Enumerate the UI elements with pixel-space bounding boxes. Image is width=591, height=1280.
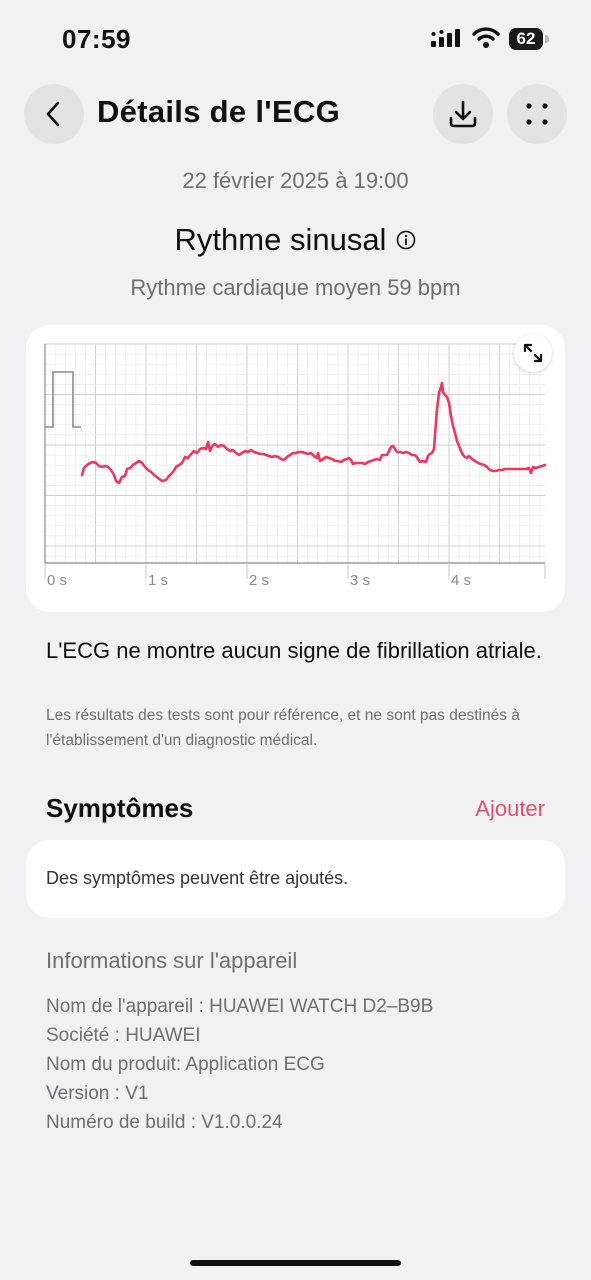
symptoms-title: Symptômes	[46, 793, 194, 823]
status-bar: 07:59 62	[0, 0, 591, 80]
x-tick-label: 2 s	[249, 572, 269, 589]
symptoms-placeholder: Des symptômes peuvent être ajoutés.	[46, 868, 349, 888]
wifi-icon	[472, 27, 500, 48]
device-build: Numéro de build : V1.0.0.24	[46, 1112, 283, 1133]
download-button[interactable]	[433, 84, 493, 144]
rhythm-row: Rythme sinusal	[0, 222, 591, 258]
battery-tip	[545, 35, 549, 43]
back-button[interactable]	[24, 84, 84, 144]
device-name: Nom de l'appareil : HUAWEI WATCH D2–B9B	[46, 996, 434, 1017]
more-dots-icon	[526, 103, 548, 125]
average-heart-rate: Rythme cardiaque moyen 59 bpm	[130, 275, 461, 300]
add-symptom-button[interactable]: Ajouter	[475, 796, 545, 822]
device-info-list: Nom de l'appareil : HUAWEI WATCH D2–B9B …	[46, 992, 433, 1137]
x-axis-labels: 0 s 1 s 2 s 3 s 4 s	[47, 572, 471, 589]
ecg-result: L'ECG ne montre aucun signe de fibrillat…	[46, 638, 542, 663]
info-icon[interactable]	[396, 230, 416, 250]
rhythm-title: Rythme sinusal	[174, 222, 387, 257]
cellular-signal-icon	[431, 29, 460, 47]
symptoms-card[interactable]: Des symptômes peuvent être ajoutés.	[26, 840, 565, 918]
record-date: 22 février 2025 à 19:00	[182, 168, 409, 193]
battery-icon: 62	[509, 28, 543, 50]
device-version: Version : V1	[46, 1083, 149, 1104]
device-company: Société : HUAWEI	[46, 1025, 201, 1046]
expand-icon	[523, 343, 543, 363]
chevron-left-icon	[46, 101, 60, 127]
page-title: Détails de l'ECG	[97, 94, 341, 129]
x-tick-label: 0 s	[47, 572, 67, 589]
download-icon	[449, 100, 477, 128]
x-tick-label: 4 s	[451, 572, 471, 589]
x-tick-label: 1 s	[148, 572, 168, 589]
disclaimer-text: Les résultats des tests sont pour référe…	[46, 707, 520, 749]
home-indicator	[190, 1260, 401, 1266]
ecg-chart: 0 s 1 s 2 s 3 s 4 s	[44, 343, 547, 589]
x-tick-label: 3 s	[350, 572, 370, 589]
more-options-button[interactable]	[507, 84, 567, 144]
ecg-grid	[44, 343, 546, 579]
expand-chart-button[interactable]	[514, 334, 552, 372]
ecg-card: 0 s 1 s 2 s 3 s 4 s	[26, 325, 565, 612]
device-info-title: Informations sur l'appareil	[46, 948, 298, 973]
status-time: 07:59	[62, 24, 131, 54]
ecg-trace	[80, 381, 547, 485]
device-product: Nom du produit: Application ECG	[46, 1054, 325, 1075]
